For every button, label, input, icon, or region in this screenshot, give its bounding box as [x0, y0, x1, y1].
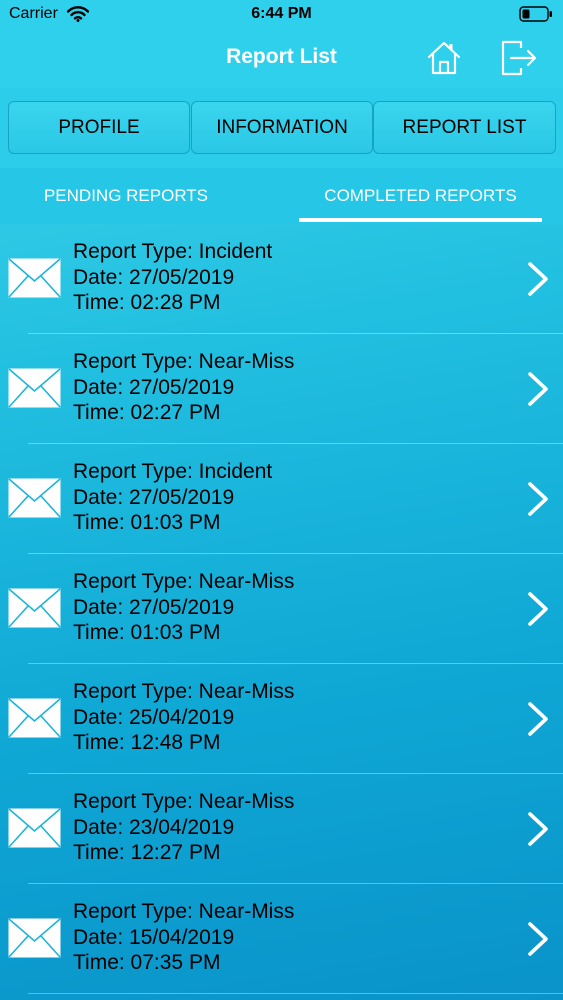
- report-list: Report Type: Incident Date: 27/05/2019 T…: [0, 224, 563, 994]
- report-time: Time: 12:48 PM: [73, 731, 221, 754]
- report-details: Report Type: Near-Miss Date: 23/04/2019 …: [73, 789, 294, 866]
- report-details: Report Type: Near-Miss Date: 15/04/2019 …: [73, 899, 294, 976]
- report-time: Time: 02:27 PM: [73, 401, 221, 424]
- top-tab-bar: PROFILE INFORMATION REPORT LIST: [0, 88, 563, 168]
- logout-icon[interactable]: [499, 38, 539, 78]
- chevron-right-icon: [528, 812, 548, 846]
- tab-report-list[interactable]: REPORT LIST: [373, 101, 556, 154]
- report-date: Date: 25/04/2019: [73, 705, 235, 729]
- tab-pending-reports-label: PENDING REPORTS: [43, 186, 209, 205]
- tab-completed-reports-label: COMPLETED REPORTS: [324, 186, 517, 205]
- report-type: Report Type: Near-Miss: [73, 570, 295, 593]
- report-date: Date: 27/05/2019: [73, 595, 235, 619]
- nav-bar: Report List: [0, 28, 563, 88]
- report-status-tabs: PENDING REPORTS COMPLETED REPORTS: [0, 168, 563, 224]
- status-bar: Carrier 6:44 PM: [0, 0, 563, 28]
- report-row[interactable]: Report Type: Near-Miss Date: 27/05/2019 …: [0, 554, 563, 664]
- report-details: Report Type: Near-Miss Date: 27/05/2019 …: [73, 349, 294, 426]
- report-type: Report Type: Near-Miss: [73, 680, 295, 703]
- envelope-icon: [8, 588, 61, 628]
- tab-information[interactable]: INFORMATION: [191, 101, 373, 154]
- report-row[interactable]: Report Type: Incident Date: 27/05/2019 T…: [0, 444, 563, 554]
- tab-profile-label: PROFILE: [58, 116, 140, 138]
- report-date: Date: 27/05/2019: [73, 375, 235, 399]
- envelope-icon: [8, 258, 61, 298]
- report-row[interactable]: Report Type: Near-Miss Date: 25/04/2019 …: [0, 664, 563, 774]
- battery-icon: [519, 6, 552, 22]
- tab-information-label: INFORMATION: [216, 116, 348, 138]
- page-title: Report List: [226, 45, 337, 68]
- chevron-right-icon: [528, 592, 548, 626]
- row-divider: [28, 993, 563, 994]
- report-time: Time: 07:35 PM: [73, 951, 221, 974]
- report-details: Report Type: Incident Date: 27/05/2019 T…: [73, 459, 272, 536]
- report-date: Date: 23/04/2019: [73, 815, 235, 839]
- report-type: Report Type: Incident: [73, 460, 273, 483]
- report-time: Time: 01:03 PM: [73, 511, 221, 534]
- report-row[interactable]: Report Type: Incident Date: 27/05/2019 T…: [0, 224, 563, 334]
- report-row[interactable]: Report Type: Near-Miss Date: 15/04/2019 …: [0, 884, 563, 994]
- report-type: Report Type: Near-Miss: [73, 790, 295, 813]
- chevron-right-icon: [528, 262, 548, 296]
- chevron-right-icon: [528, 482, 548, 516]
- report-date: Date: 15/04/2019: [73, 925, 235, 949]
- envelope-icon: [8, 808, 61, 848]
- report-row[interactable]: Report Type: Near-Miss Date: 23/04/2019 …: [0, 774, 563, 884]
- report-time: Time: 01:03 PM: [73, 621, 221, 644]
- report-time: Time: 12:27 PM: [73, 841, 221, 864]
- report-type: Report Type: Near-Miss: [73, 900, 295, 923]
- selected-tab-indicator: [299, 218, 542, 222]
- report-time: Time: 02:28 PM: [73, 291, 221, 314]
- envelope-icon: [8, 368, 61, 408]
- report-date: Date: 27/05/2019: [73, 265, 235, 289]
- report-details: Report Type: Near-Miss Date: 25/04/2019 …: [73, 679, 294, 756]
- report-row[interactable]: Report Type: Near-Miss Date: 27/05/2019 …: [0, 334, 563, 444]
- envelope-icon: [8, 698, 61, 738]
- tab-pending-reports[interactable]: PENDING REPORTS: [0, 168, 252, 224]
- tab-report-list-label: REPORT LIST: [402, 116, 527, 138]
- home-icon[interactable]: [424, 38, 464, 78]
- tab-completed-reports[interactable]: COMPLETED REPORTS: [299, 168, 542, 224]
- report-details: Report Type: Near-Miss Date: 27/05/2019 …: [73, 569, 294, 646]
- report-type: Report Type: Incident: [73, 240, 273, 263]
- report-type: Report Type: Near-Miss: [73, 350, 295, 373]
- report-details: Report Type: Incident Date: 27/05/2019 T…: [73, 239, 272, 316]
- tab-profile[interactable]: PROFILE: [8, 101, 190, 154]
- chevron-right-icon: [528, 702, 548, 736]
- envelope-icon: [8, 918, 61, 958]
- status-time: 6:44 PM: [251, 5, 312, 22]
- envelope-icon: [8, 478, 61, 518]
- chevron-right-icon: [528, 922, 548, 956]
- report-date: Date: 27/05/2019: [73, 485, 235, 509]
- chevron-right-icon: [528, 372, 548, 406]
